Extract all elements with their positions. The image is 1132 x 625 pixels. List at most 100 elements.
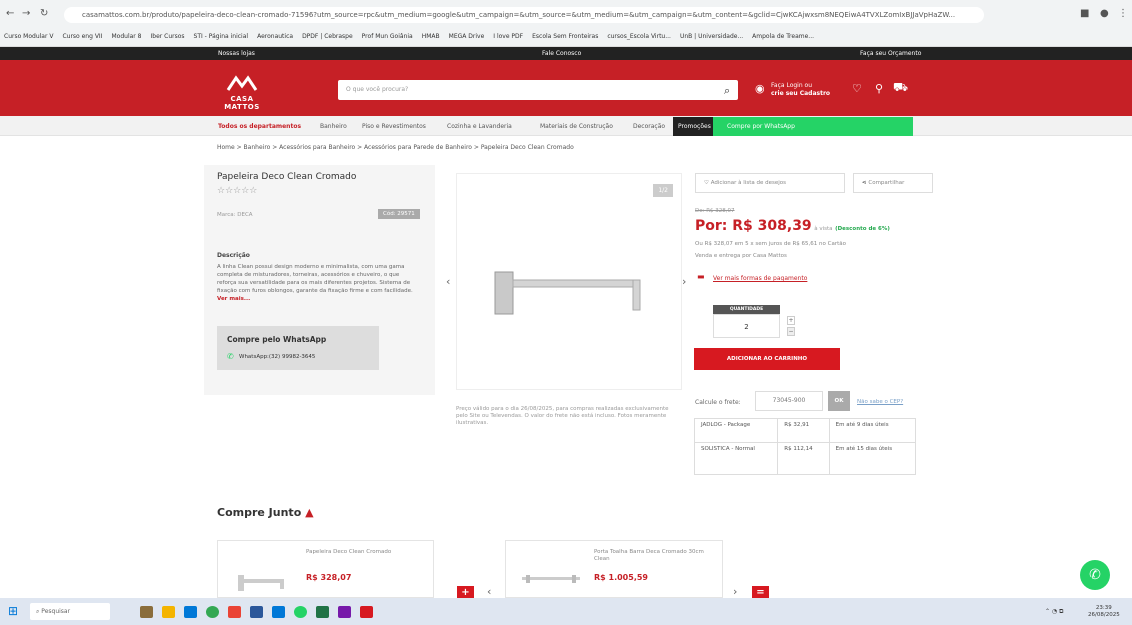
chrome-icon[interactable]: [206, 606, 219, 618]
discount-label: (Desconto de 6%): [835, 226, 890, 232]
price-row: Por: R$ 308,39 à vista (Desconto de 6%): [695, 218, 890, 234]
bookmark-item[interactable]: cursos_Escola Virtu...: [607, 33, 671, 40]
bookmarks-list: Curso Modular V Curso eng VII Modular 8 Ibe…: [4, 33, 814, 40]
whatsapp-icon: ✆: [1089, 567, 1101, 583]
taskbar-app-icon[interactable]: [140, 606, 153, 618]
prev-image-icon[interactable]: ‹: [446, 275, 450, 288]
cat-whatsapp[interactable]: Compre por WhatsApp: [713, 117, 913, 136]
cat-pisos[interactable]: Piso e Revestimentos: [362, 123, 426, 130]
whatsapp-float-button[interactable]: ✆: [1080, 560, 1110, 590]
acrobat-icon[interactable]: [360, 606, 373, 618]
bookmark-item[interactable]: Escola Sem Fronteiras: [532, 33, 598, 40]
calculate-freight-button[interactable]: OK: [828, 391, 850, 411]
bookmark-item[interactable]: MEGA Drive: [449, 33, 485, 40]
login-area[interactable]: Faça Login ou crie seu Cadastro: [771, 82, 830, 98]
contact-link[interactable]: Fale Conosco: [542, 50, 581, 57]
bookmark-item[interactable]: HMAB: [422, 33, 440, 40]
cart-icon[interactable]: ⛟: [893, 80, 908, 96]
app-icon[interactable]: [338, 606, 351, 618]
qty-increase-button[interactable]: +: [787, 316, 795, 325]
wishlist-button[interactable]: ♡ Adicionar à lista de desejos: [695, 173, 845, 193]
app-icon[interactable]: [228, 606, 241, 618]
reload-icon[interactable]: ↻: [40, 8, 48, 19]
old-price: De: R$ 328,07: [695, 208, 735, 214]
quote-link[interactable]: Faça seu Orçamento: [860, 50, 921, 57]
together-next-icon[interactable]: ›: [733, 585, 737, 598]
bookmark-item[interactable]: I love PDF: [493, 33, 523, 40]
together-card-2[interactable]: Porta Toalha Barra Deca Cromado 30cm Cle…: [505, 540, 723, 598]
see-more-link[interactable]: Ver mais...: [217, 296, 250, 302]
quantity-label: QUANTIDADE: [713, 305, 780, 314]
bookmark-item[interactable]: DPDF | Cebraspe: [302, 33, 353, 40]
file-explorer-icon[interactable]: [162, 606, 175, 618]
system-tray-icon[interactable]: ⌃ ◔ ⧉: [1045, 608, 1063, 616]
product-thumb: [238, 575, 284, 591]
current-price: Por: R$ 308,39: [695, 218, 812, 234]
warning-triangle-icon: ▲: [305, 506, 314, 519]
clock[interactable]: 23:39 26/08/2025: [1088, 605, 1120, 619]
share-label: Compartilhar: [868, 180, 905, 186]
product-thumb: [522, 575, 580, 583]
user-icon[interactable]: ◉: [755, 82, 765, 95]
bookmark-item[interactable]: Curso Modular V: [4, 33, 53, 40]
cep-help-link[interactable]: Não sabe o CEP?: [857, 399, 903, 405]
location-icon[interactable]: ⚲: [875, 82, 883, 95]
wishlist-label: Adicionar à lista de desejos: [710, 180, 786, 186]
cat-promocoes[interactable]: Promoções: [673, 117, 716, 136]
shipping-table: JADLOG - Package R$ 32,91 Em até 9 dias …: [693, 418, 917, 475]
cep-input[interactable]: 73045-900: [755, 391, 823, 411]
bookmark-item[interactable]: Iber Cursos: [150, 33, 184, 40]
back-icon[interactable]: ←: [6, 8, 14, 19]
price-disclaimer: Preço válido para o dia 26/08/2025, para…: [456, 406, 669, 426]
cat-decoracao[interactable]: Decoração: [633, 123, 665, 130]
clock-time: 23:39: [1095, 605, 1112, 611]
description-text: A linha Clean possui design moderno e mi…: [217, 263, 417, 303]
whatsapp-icon: ✆: [227, 352, 234, 361]
edge-icon[interactable]: [184, 606, 197, 618]
address-bar[interactable]: casamattos.com.br/produto/papeleira-deco…: [64, 7, 984, 23]
cat-all-departments[interactable]: Todos os departamentos: [218, 123, 301, 130]
extension-icon[interactable]: ■: [1080, 8, 1089, 19]
together-item-name: Porta Toalha Barra Deca Cromado 30cm Cle…: [594, 549, 704, 562]
together-card-1[interactable]: Papeleira Deco Clean Cromado R$ 328,07: [217, 540, 434, 598]
qty-decrease-button[interactable]: −: [787, 327, 795, 336]
app-icon[interactable]: [272, 606, 285, 618]
cat-banheiro[interactable]: Banheiro: [320, 123, 347, 130]
forward-icon[interactable]: →: [22, 8, 30, 19]
cat-cozinha[interactable]: Cozinha e Lavanderia: [447, 123, 512, 130]
add-to-cart-button[interactable]: ADICIONAR AO CARRINHO: [694, 348, 840, 370]
bookmark-item[interactable]: Modular 8: [111, 33, 141, 40]
search-input[interactable]: O que você procura?: [338, 80, 738, 100]
whatsapp-taskbar-icon[interactable]: [294, 606, 307, 618]
share-icon: ⋖: [862, 180, 867, 186]
together-prev-icon[interactable]: ‹: [487, 585, 491, 598]
bookmark-item[interactable]: Aeronautica: [257, 33, 293, 40]
windows-start-icon[interactable]: ⊞: [8, 604, 18, 618]
bookmark-item[interactable]: Curso eng VII: [62, 33, 102, 40]
bookmark-item[interactable]: UnB | Universidade...: [680, 33, 743, 40]
cat-materiais[interactable]: Materiais de Construção: [540, 123, 613, 130]
breadcrumb[interactable]: Home > Banheiro > Acessórios para Banhei…: [217, 144, 574, 151]
bookmark-item[interactable]: Prof Mun Goiânia: [362, 33, 413, 40]
card-icon: ▬: [697, 272, 705, 281]
buy-together-title: Compre Junto ▲: [217, 506, 314, 519]
whatsapp-number[interactable]: WhatsApp:(32) 99982-3645: [239, 354, 315, 360]
site-logo[interactable]: CASA MATTOS: [222, 74, 262, 111]
menu-icon[interactable]: ⋮: [1118, 8, 1128, 19]
word-icon[interactable]: [250, 606, 263, 618]
share-button[interactable]: ⋖ Compartilhar: [853, 173, 933, 193]
heart-icon[interactable]: ♡: [852, 82, 862, 95]
next-image-icon[interactable]: ›: [682, 275, 686, 288]
profile-icon[interactable]: ●: [1100, 8, 1109, 19]
payment-methods-link[interactable]: Ver mais formas de pagamento: [713, 275, 807, 282]
quantity-input[interactable]: 2: [713, 314, 780, 338]
bookmark-item[interactable]: Ampola de Treame...: [752, 33, 814, 40]
search-icon[interactable]: ⌕: [724, 84, 730, 98]
product-image-gallery[interactable]: 1/2: [456, 173, 682, 390]
taskbar-search[interactable]: ⌕ Pesquisar: [30, 603, 110, 620]
bookmark-item[interactable]: STI - Página inicial: [194, 33, 249, 40]
stores-link[interactable]: Nossas lojas: [218, 50, 255, 57]
excel-icon[interactable]: [316, 606, 329, 618]
rating-stars[interactable]: ☆☆☆☆☆: [217, 186, 257, 196]
table-row: JADLOG - Package R$ 32,91 Em até 9 dias …: [693, 418, 917, 443]
